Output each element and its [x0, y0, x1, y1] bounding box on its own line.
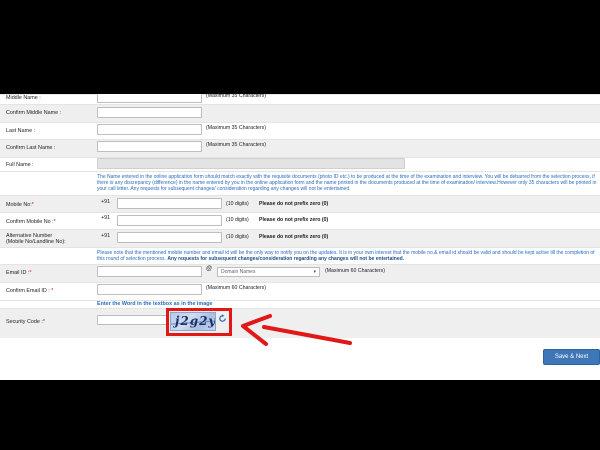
security-code-label-text: Security Code :	[6, 319, 43, 325]
full-name-label: Full Name :	[6, 162, 34, 168]
required-marker: *	[53, 219, 56, 225]
security-code-input[interactable]	[97, 315, 167, 325]
alt-number-input[interactable]	[117, 232, 222, 243]
confirm-email-label-text: Confirm Email ID :	[6, 288, 52, 294]
row-captcha-instruction	[0, 300, 600, 308]
alt-number-prefix: +91	[101, 233, 111, 239]
contact-note-bold: Any requests for subsequent changes/cons…	[167, 256, 405, 263]
confirm-email-label: Confirm Email ID : *	[6, 288, 53, 294]
confirm-mobile-label: Confirm Mobile No :*	[6, 219, 56, 225]
name-note: The Name entered in the online applicati…	[97, 174, 597, 193]
required-marker: *	[31, 202, 34, 208]
confirm-middle-name-label: Confirm Middle Name :	[6, 110, 62, 116]
domain-select-value: Domain Names	[221, 269, 256, 275]
row-last-name	[0, 122, 600, 139]
red-arrow-icon	[241, 314, 352, 346]
email-label: Email ID :*	[6, 270, 31, 276]
mobile-label: Mobile No:*	[6, 202, 34, 208]
confirm-last-name-label: Confirm Last Name :	[6, 145, 56, 151]
confirm-mobile-label-text: Confirm Mobile No :	[6, 219, 54, 225]
captcha-instruction: Enter the Word in the textbox as in the …	[97, 301, 213, 307]
confirm-mobile-hint: (10 digits)	[226, 217, 249, 223]
chevron-down-icon: ▾	[313, 269, 316, 275]
middle-name-label: Middle Name :	[6, 95, 41, 101]
required-marker: *	[51, 288, 54, 294]
row-confirm-middle-name	[0, 104, 600, 122]
domain-select[interactable]: Domain Names ▾	[217, 267, 320, 277]
full-name-input	[97, 158, 405, 169]
security-code-label: Security Code :*	[6, 319, 45, 325]
mobile-label-text: Mobile No:	[6, 202, 32, 208]
last-name-hint: (Maximum 35 Characters)	[206, 125, 266, 131]
alt-number-label-line2: (Mobile No/Landline No):	[6, 239, 66, 245]
contact-note: Please note that the mentioned mobile nu…	[97, 250, 600, 264]
email-label-text: Email ID :	[6, 270, 30, 276]
confirm-last-name-input[interactable]	[97, 141, 202, 152]
mobile-hint: (10 digits)	[226, 201, 249, 207]
confirm-email-hint: (Maximum 60 Characters)	[206, 285, 266, 291]
confirm-email-input[interactable]	[97, 284, 202, 295]
confirm-mobile-prefix: +91	[101, 215, 111, 221]
mobile-warning: Please do not prefix zero (0)	[259, 201, 329, 207]
captcha-highlight-box	[166, 308, 232, 336]
mobile-prefix: +91	[101, 199, 111, 205]
email-input[interactable]	[97, 266, 202, 277]
middle-name-input[interactable]	[97, 94, 202, 103]
alt-number-warning: Please do not prefix zero (0)	[259, 234, 329, 240]
mobile-input[interactable]	[117, 198, 222, 209]
last-name-label: Last Name :	[6, 128, 36, 134]
required-marker: *	[29, 270, 32, 276]
row-middle-name	[0, 94, 600, 104]
email-hint: (Maximum 60 Characters)	[325, 268, 385, 274]
row-confirm-email	[0, 282, 600, 300]
row-confirm-last-name	[0, 139, 600, 157]
confirm-last-name-hint: (Maximum 35 Characters)	[206, 142, 266, 148]
last-name-input[interactable]	[97, 124, 202, 135]
save-next-button[interactable]: Save & Next	[543, 349, 600, 365]
confirm-middle-name-input[interactable]	[97, 107, 202, 118]
middle-name-hint: (Maximum 35 Characters)	[206, 93, 266, 99]
confirm-mobile-warning: Please do not prefix zero (0)	[259, 217, 329, 223]
at-symbol: @	[206, 266, 213, 272]
alt-number-hint: (10 digits)	[226, 234, 249, 240]
confirm-mobile-input[interactable]	[117, 215, 222, 226]
required-marker: *	[42, 319, 45, 325]
